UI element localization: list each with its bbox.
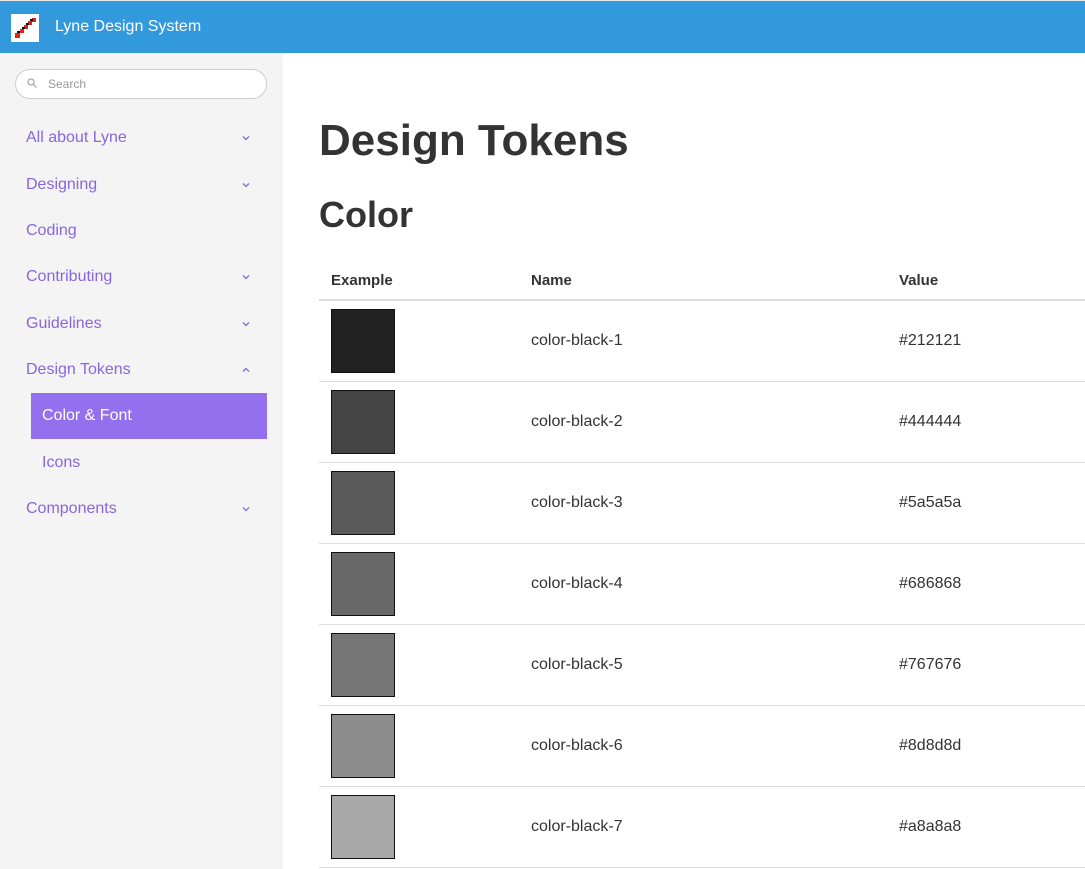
column-header-name: Name [531, 272, 572, 289]
sidebar-item-designing[interactable]: Designing [15, 162, 267, 208]
token-name: color-black-5 [531, 656, 623, 673]
token-value: #a8a8a8 [899, 818, 962, 835]
column-header-value: Value [899, 272, 939, 289]
sidebar-subitem-icons[interactable]: Icons [31, 440, 267, 486]
sidebar-subitem-label: Color & Font [42, 407, 132, 424]
color-swatch [331, 795, 395, 859]
color-swatch [331, 552, 395, 616]
token-value: #686868 [899, 575, 962, 592]
search-input[interactable] [46, 74, 256, 94]
chevron-down-icon[interactable] [241, 504, 251, 514]
chevron-down-icon[interactable] [241, 319, 251, 329]
token-name: color-black-2 [531, 413, 623, 430]
token-value: #767676 [899, 656, 962, 673]
sidebar-item-design-tokens[interactable]: Design Tokens [15, 347, 267, 393]
chevron-up-icon[interactable] [241, 365, 251, 375]
app-title[interactable]: Lyne Design System [55, 17, 201, 37]
search-icon [27, 78, 37, 88]
color-token-table: Example Name Value color-black-1 #212121 c… [319, 261, 1085, 868]
top-bar: Lyne Design System [0, 0, 1085, 53]
sidebar-subitem-color-font[interactable]: Color & Font [31, 393, 267, 439]
color-swatch [331, 633, 395, 697]
sidebar-item-label: Contributing [26, 268, 113, 285]
sidebar-subitem-label: Icons [42, 454, 81, 471]
color-swatch [331, 390, 395, 454]
table-row: color-black-6 #8d8d8d [319, 706, 1085, 787]
table-row: color-black-2 #444444 [319, 382, 1085, 463]
sidebar: All about Lyne Designing Coding Contribu… [0, 53, 283, 869]
table-body: color-black-1 #212121 color-black-2 #444444… [319, 301, 1085, 868]
token-name: color-black-4 [531, 575, 623, 592]
sidebar-item-label: Designing [26, 176, 98, 193]
sidebar-item-components[interactable]: Components [15, 486, 267, 532]
sidebar-item-coding[interactable]: Coding [15, 208, 267, 254]
sidebar-item-label: All about Lyne [26, 129, 127, 146]
color-swatch [331, 309, 395, 373]
main-content: Design Tokens Color Example Name Value c… [283, 53, 1085, 869]
chevron-down-icon[interactable] [241, 133, 251, 143]
sidebar-item-label: Components [26, 500, 117, 517]
table-row: color-black-4 #686868 [319, 544, 1085, 625]
chevron-down-icon[interactable] [241, 272, 251, 282]
table-row: color-black-7 #a8a8a8 [319, 787, 1085, 868]
token-value: #212121 [899, 332, 962, 349]
token-name: color-black-1 [531, 332, 623, 349]
token-value: #5a5a5a [899, 494, 962, 511]
search-box[interactable] [15, 69, 267, 99]
sidebar-item-all-about-lyne[interactable]: All about Lyne [15, 115, 267, 161]
sidebar-item-label: Guidelines [26, 315, 102, 332]
sidebar-item-guidelines[interactable]: Guidelines [15, 301, 267, 347]
column-header-example: Example [331, 272, 393, 289]
token-name: color-black-3 [531, 494, 623, 511]
sidebar-item-contributing[interactable]: Contributing [15, 254, 267, 300]
token-value: #8d8d8d [899, 737, 962, 754]
table-row: color-black-3 #5a5a5a [319, 463, 1085, 544]
chevron-down-icon[interactable] [241, 180, 251, 190]
sidebar-item-label: Design Tokens [26, 361, 131, 378]
token-name: color-black-7 [531, 818, 623, 835]
token-value: #444444 [899, 413, 962, 430]
color-swatch [331, 471, 395, 535]
table-row: color-black-5 #767676 [319, 625, 1085, 706]
page-title: Design Tokens [319, 116, 629, 165]
section-title: Color [319, 194, 413, 235]
color-swatch [331, 714, 395, 778]
sidebar-item-label: Coding [26, 222, 77, 239]
token-name: color-black-6 [531, 737, 623, 754]
table-header: Example Name Value [319, 261, 1085, 301]
table-row: color-black-1 #212121 [319, 301, 1085, 382]
lyne-logo-icon[interactable] [11, 14, 39, 42]
